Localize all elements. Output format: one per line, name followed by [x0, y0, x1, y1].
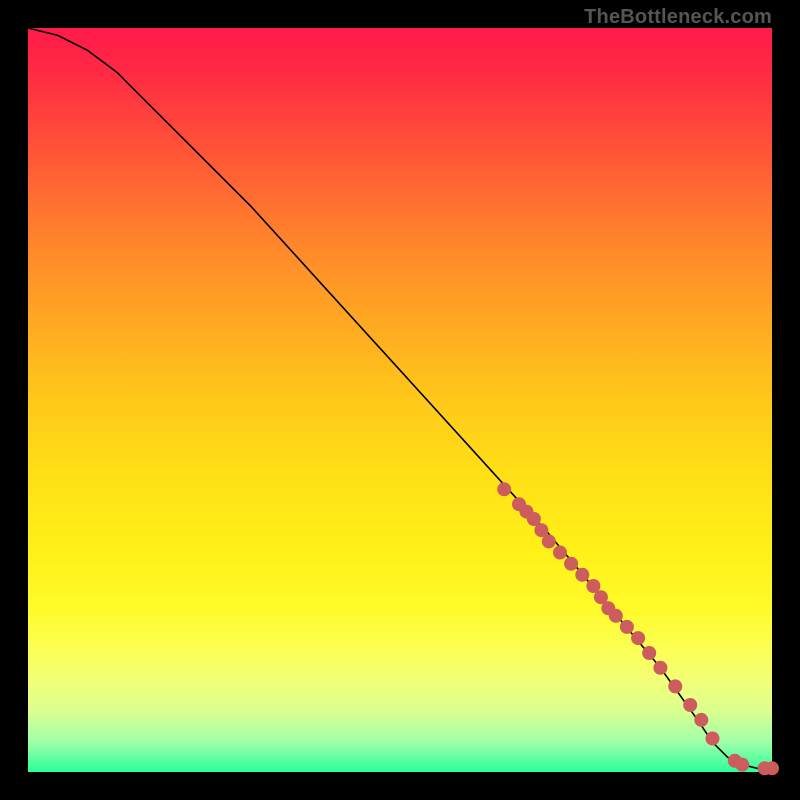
data-marker: [553, 546, 567, 560]
data-marker: [609, 609, 623, 623]
data-marker: [735, 758, 749, 772]
data-marker: [542, 534, 556, 548]
data-marker: [497, 482, 511, 496]
data-marker: [668, 679, 682, 693]
data-marker: [706, 732, 720, 746]
marker-group: [497, 482, 779, 775]
data-marker: [575, 568, 589, 582]
chart-svg: [28, 28, 772, 772]
data-marker: [694, 713, 708, 727]
data-marker: [620, 620, 634, 634]
data-marker: [765, 761, 779, 775]
chart-frame: TheBottleneck.com: [0, 0, 800, 800]
data-marker: [631, 631, 645, 645]
bottleneck-curve: [28, 28, 772, 768]
data-marker: [683, 698, 697, 712]
watermark-text: TheBottleneck.com: [584, 6, 772, 29]
data-marker: [564, 557, 578, 571]
data-marker: [653, 661, 667, 675]
data-marker: [642, 646, 656, 660]
